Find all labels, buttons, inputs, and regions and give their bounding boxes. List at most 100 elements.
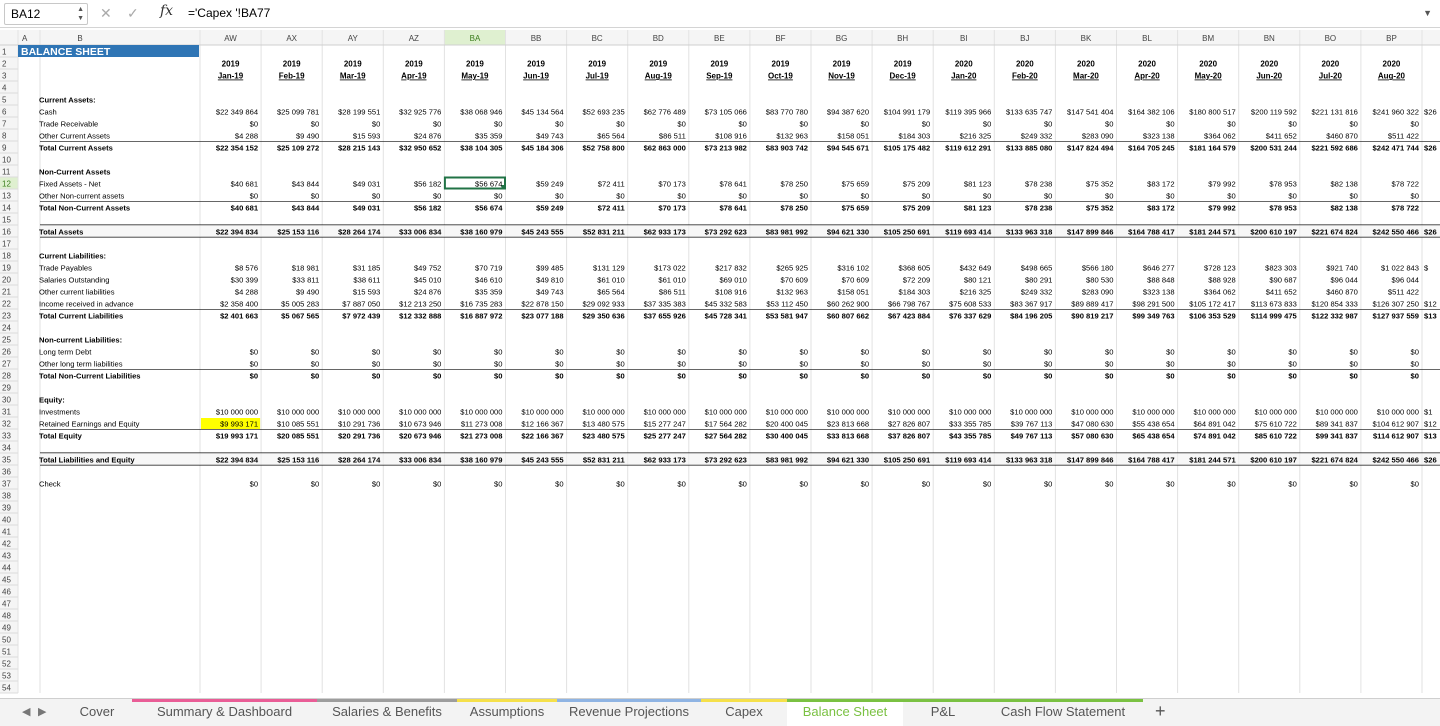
cell-value[interactable]: $80 291 — [1025, 275, 1052, 284]
fill-handle[interactable] — [501, 185, 506, 189]
row-header-20[interactable]: 20 — [2, 276, 11, 285]
row-header-45[interactable]: 45 — [2, 576, 11, 585]
row-header-31[interactable]: 31 — [2, 408, 11, 417]
cell-value[interactable]: $511 422 — [1388, 287, 1419, 296]
cell-value[interactable]: $221 131 816 — [1311, 107, 1357, 116]
row-header-3[interactable]: 3 — [2, 72, 7, 81]
cell-value[interactable]: $70 173 — [658, 203, 685, 212]
sheet-grid[interactable]: A B AW AX AY AZ BA BB BC BD BE BF BG BH BI BJ BK BL BM BN BO… — [0, 30, 1440, 698]
sheet-tab-cash-flow-statement[interactable]: Cash Flow Statement — [983, 699, 1143, 726]
cell-value[interactable]: $119 612 291 — [945, 143, 992, 152]
sheet-tab-assumptions[interactable]: Assumptions — [457, 699, 557, 726]
cell-value[interactable]: $10 000 000 — [582, 407, 624, 416]
row-header-2[interactable]: 2 — [2, 60, 7, 69]
cell-value[interactable]: $10 000 000 — [1132, 407, 1174, 416]
cell-value[interactable]: $64 891 042 — [1193, 419, 1235, 428]
cell-value[interactable]: $22 394 834 — [216, 227, 259, 236]
cell-value[interactable]: $0 — [983, 119, 991, 128]
cell-value[interactable]: $12 332 888 — [399, 311, 441, 320]
cell-value[interactable]: $0 — [250, 347, 258, 356]
cell-value[interactable]: $0 — [1105, 347, 1113, 356]
cell-value[interactable]: $10 000 000 — [1010, 407, 1052, 416]
column-header-bp[interactable]: BP — [1386, 34, 1397, 43]
cell-value[interactable]: $0 — [1227, 347, 1235, 356]
cell-value[interactable]: $0 — [1227, 359, 1235, 368]
column-header-ay[interactable]: AY — [348, 34, 359, 43]
cell-value[interactable]: $0 — [1411, 119, 1419, 128]
cell-value[interactable]: $10 000 000 — [1377, 407, 1419, 416]
cell-value[interactable]: $10 000 000 — [277, 407, 319, 416]
cell-value[interactable]: $65 564 — [597, 287, 624, 296]
cell-value[interactable]: $65 564 — [597, 131, 624, 140]
row-header-47[interactable]: 47 — [2, 600, 11, 609]
cell-value[interactable]: $0 — [738, 347, 746, 356]
row-header-13[interactable]: 13 — [2, 192, 11, 201]
cell-value[interactable]: $89 889 417 — [1071, 299, 1113, 308]
cell-value[interactable]: $181 244 571 — [1189, 227, 1236, 236]
row-header-19[interactable]: 19 — [2, 264, 11, 273]
cell-value[interactable]: $0 — [738, 359, 746, 368]
cell-value[interactable]: $9 490 — [296, 131, 319, 140]
cell-value[interactable]: $0 — [250, 119, 258, 128]
cell-value[interactable]: $0 — [677, 347, 685, 356]
cell-value[interactable]: $57 080 630 — [1071, 431, 1113, 440]
cell-value[interactable]: $4 288 — [235, 131, 258, 140]
cell-value[interactable]: $52 693 235 — [582, 107, 624, 116]
cell-value[interactable]: $0 — [861, 347, 869, 356]
cell-value[interactable]: $25 099 781 — [277, 107, 319, 116]
cell-value[interactable]: $0 — [494, 191, 502, 200]
cell-value[interactable]: $94 621 330 — [827, 455, 869, 464]
cell-value[interactable]: $62 776 489 — [644, 107, 686, 116]
cell-value[interactable]: $104 612 907 — [1373, 419, 1419, 428]
cell-value[interactable]: $31 185 — [353, 263, 380, 272]
cell-value[interactable]: $46 610 — [475, 275, 502, 284]
cell-value[interactable]: $75 352 — [1086, 179, 1113, 188]
row-header-8[interactable]: 8 — [2, 132, 7, 141]
cell-value[interactable]: $24 876 — [414, 131, 441, 140]
cell-value[interactable]: $221 674 824 — [1311, 455, 1358, 464]
cell-value[interactable]: $56 182 — [414, 179, 441, 188]
cell-value[interactable]: $122 332 987 — [1311, 311, 1357, 320]
cell-value[interactable]: $646 277 — [1143, 263, 1175, 272]
cell-value[interactable]: $43 844 — [292, 179, 319, 188]
column-header-bn[interactable]: BN — [1264, 34, 1275, 43]
row-header-53[interactable]: 53 — [2, 672, 11, 681]
cell-value[interactable]: $55 438 654 — [1132, 419, 1174, 428]
cell-value[interactable]: $0 — [800, 119, 808, 128]
cell-value[interactable]: $84 196 205 — [1010, 311, 1053, 320]
cell-value[interactable]: $73 292 623 — [705, 227, 747, 236]
cell-value[interactable]: $15 277 247 — [644, 419, 686, 428]
cell-value[interactable]: $74 891 042 — [1193, 431, 1235, 440]
cell-value[interactable]: $0 — [433, 359, 441, 368]
cell-value[interactable]: $180 800 517 — [1189, 107, 1235, 116]
cell-value[interactable]: $106 353 529 — [1189, 311, 1235, 320]
cell-value[interactable]: $0 — [1288, 191, 1296, 200]
cell-value[interactable]: $29 350 636 — [582, 311, 624, 320]
cell-value[interactable]: $45 134 564 — [521, 107, 563, 116]
cell-value[interactable]: $0 — [738, 191, 746, 200]
cell-value[interactable]: $133 963 318 — [1006, 227, 1052, 236]
cell-value[interactable]: $181 244 571 — [1189, 455, 1236, 464]
cell-value[interactable]: $0 — [738, 371, 746, 380]
cell-value[interactable]: $9 490 — [296, 287, 319, 296]
row-header-46[interactable]: 46 — [2, 588, 11, 597]
row-header-18[interactable]: 18 — [2, 252, 11, 261]
row-header-52[interactable]: 52 — [2, 660, 11, 669]
cell-value[interactable]: $78 641 — [719, 179, 746, 188]
cell-value[interactable]: $33 813 668 — [827, 431, 869, 440]
cell-value[interactable]: $49 752 — [414, 263, 441, 272]
cell-value[interactable]: $0 — [616, 119, 624, 128]
cell-value[interactable]: $566 180 — [1082, 263, 1114, 272]
cell-value[interactable]: $132 963 — [776, 131, 808, 140]
cell-value[interactable]: $53 112 450 — [766, 299, 808, 308]
cell-value[interactable]: $90 819 217 — [1071, 311, 1113, 320]
cell-value[interactable]: $99 485 — [536, 263, 563, 272]
cell-value[interactable]: $0 — [372, 479, 380, 488]
cell-value[interactable]: $96 044 — [1330, 275, 1357, 284]
cell-value[interactable]: $10 000 000 — [827, 407, 869, 416]
cell-value[interactable]: $32 925 776 — [399, 107, 441, 116]
cell-value[interactable]: $200 610 197 — [1250, 227, 1296, 236]
cell-value[interactable]: $164 705 245 — [1128, 143, 1175, 152]
column-header-bj[interactable]: BJ — [1020, 34, 1029, 43]
cell-value[interactable]: $0 — [1349, 359, 1357, 368]
